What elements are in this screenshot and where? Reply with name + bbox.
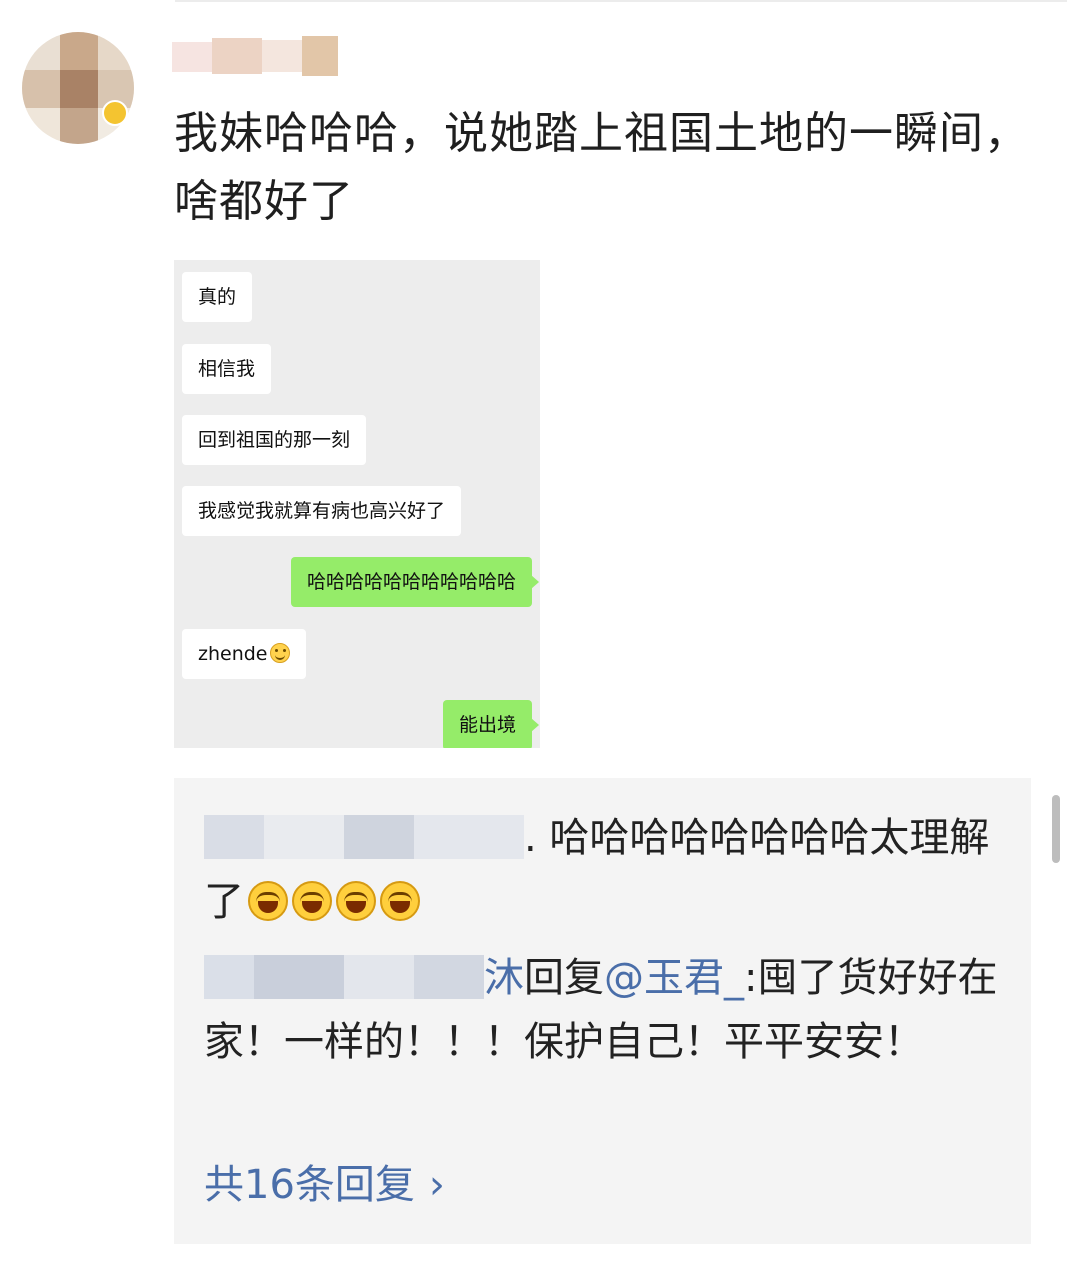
laugh-cry-emoji-icon — [292, 881, 332, 921]
laugh-cry-emoji-icon — [248, 881, 288, 921]
chat-bubble-received: 真的 — [182, 272, 253, 322]
reply-item[interactable]: . 哈哈哈哈哈哈哈哈太理解了 — [204, 806, 1004, 934]
post-text: 我妹哈哈哈，说她踏上祖国土地的一瞬间，啥都好了 — [174, 108, 1029, 227]
mention-link[interactable]: @玉君_ — [604, 955, 744, 1001]
top-divider — [175, 0, 1067, 2]
avatar[interactable] — [22, 32, 134, 144]
more-replies-link[interactable]: 共16条回复 › — [204, 1158, 445, 1212]
scrollbar[interactable] — [1052, 795, 1060, 863]
laugh-cry-emoji-icon — [336, 881, 376, 921]
blurred-reply-author[interactable] — [204, 955, 484, 999]
chat-bubble-sent: 哈哈哈哈哈哈哈哈哈哈哈 — [290, 557, 540, 607]
verified-badge-icon — [102, 100, 128, 126]
chat-bubble-text: zhende — [198, 643, 268, 665]
reply-panel: . 哈哈哈哈哈哈哈哈太理解了 沐回复@玉君_:囤了货好好在家！一样的！！！保护自… — [174, 778, 1031, 1244]
reply-word: 回复 — [524, 955, 604, 1001]
chat-screenshot: 真的 相信我 回到祖国的那一刻 我感觉我就算有病也高兴好了 哈哈哈哈哈哈哈哈哈哈… — [174, 260, 540, 748]
chat-bubble-received: zhende — [182, 629, 306, 679]
reply-author-name[interactable]: 沐 — [484, 955, 524, 1001]
chat-bubble-received: 相信我 — [182, 344, 272, 394]
chat-bubble-sent: 能出境 — [442, 700, 540, 748]
chevron-right-icon: › — [428, 1162, 445, 1208]
more-replies-label: 共16条回复 — [204, 1162, 415, 1208]
chat-bubble-received: 回到祖国的那一刻 — [182, 415, 367, 465]
reply-item[interactable]: 沐回复@玉君_:囤了货好好在家！一样的！！！保护自己！平平安安！ — [204, 946, 1004, 1074]
smile-emoji-icon — [269, 643, 290, 663]
chat-bubble-received: 我感觉我就算有病也高兴好了 — [182, 486, 462, 536]
blurred-reply-author[interactable] — [204, 815, 524, 859]
blurred-username[interactable] — [172, 36, 342, 78]
laugh-cry-emoji-icon — [380, 881, 420, 921]
